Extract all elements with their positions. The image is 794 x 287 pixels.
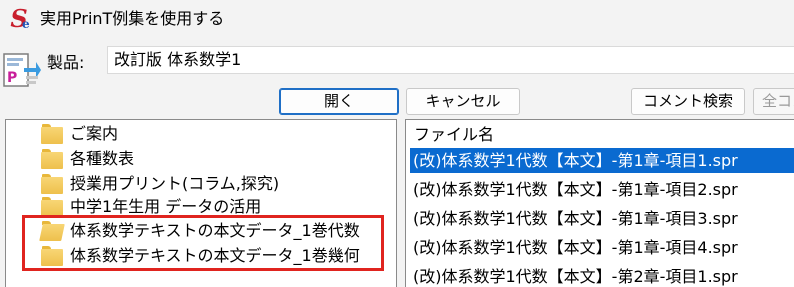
title-bar: Se 実用PrinT例集を使用する (0, 0, 794, 40)
product-icon: P (2, 48, 42, 90)
product-label: 製品: (47, 53, 85, 72)
highlight-box (22, 215, 384, 271)
app-logo-sub: e (22, 17, 30, 31)
svg-text:P: P (7, 70, 17, 86)
column-header-filename[interactable]: ファイル名 (414, 125, 494, 145)
folder-icon (41, 149, 63, 169)
list-item[interactable]: (改)体系数学1代数【本文】-第1章-項目1.spr (410, 148, 794, 173)
tree-item[interactable]: ご案内 (6, 122, 398, 146)
folder-icon (41, 174, 63, 194)
tree-item-label: ご案内 (70, 124, 119, 143)
app-logo-icon: Se (6, 6, 32, 32)
open-button[interactable]: 開く (279, 88, 399, 115)
tree-item[interactable]: 授業用プリント(コラム,探究) (6, 172, 398, 196)
list-item[interactable]: (改)体系数学1代数【本文】-第1章-項目3.spr (410, 206, 794, 231)
product-field[interactable]: 改訂版 体系数学1 (107, 46, 794, 74)
tree-item-label: 授業用プリント(コラム,探究) (70, 174, 280, 193)
tree-item-label: 各種数表 (70, 149, 135, 168)
folder-icon (41, 197, 63, 217)
cancel-button[interactable]: キャンセル (406, 88, 520, 115)
list-item[interactable]: (改)体系数学1代数【本文】-第1章-項目2.spr (410, 177, 794, 202)
tree-item[interactable]: 各種数表 (6, 147, 398, 171)
list-item[interactable]: (改)体系数学1代数【本文】-第2章-項目1.spr (410, 264, 794, 287)
list-item[interactable]: (改)体系数学1代数【本文】-第1章-項目4.spr (410, 235, 794, 260)
file-list[interactable]: ファイル名 (改)体系数学1代数【本文】-第1章-項目1.spr (改)体系数学… (405, 119, 794, 287)
full-comment-button[interactable]: 全コメ (753, 88, 794, 115)
comment-search-button[interactable]: コメント検索 (631, 88, 745, 115)
folder-icon (41, 124, 63, 144)
window-title: 実用PrinT例集を使用する (40, 9, 225, 28)
